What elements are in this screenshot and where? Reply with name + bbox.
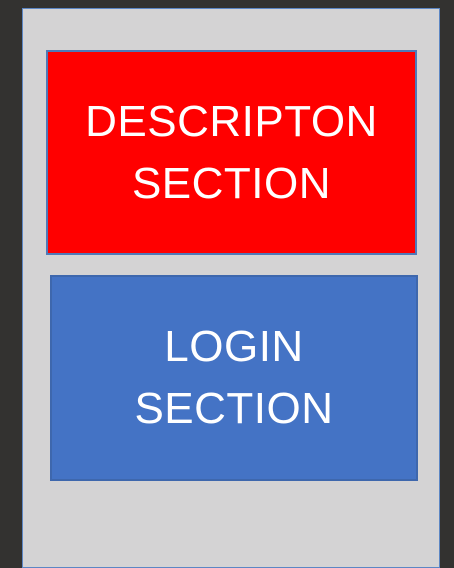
description-label-line-1: DESCRIPTON bbox=[85, 96, 378, 146]
login-section: LOGIN SECTION bbox=[50, 275, 418, 481]
login-label-line-1: LOGIN bbox=[164, 322, 304, 372]
login-label-line-2: SECTION bbox=[134, 384, 334, 433]
page-frame: DESCRIPTON SECTION LOGIN SECTION bbox=[22, 8, 440, 568]
description-section-label: DESCRIPTON SECTION bbox=[85, 91, 378, 214]
description-section: DESCRIPTON SECTION bbox=[46, 50, 417, 255]
description-label-line-2: SECTION bbox=[131, 158, 332, 208]
login-section-label: LOGIN SECTION bbox=[134, 316, 333, 439]
